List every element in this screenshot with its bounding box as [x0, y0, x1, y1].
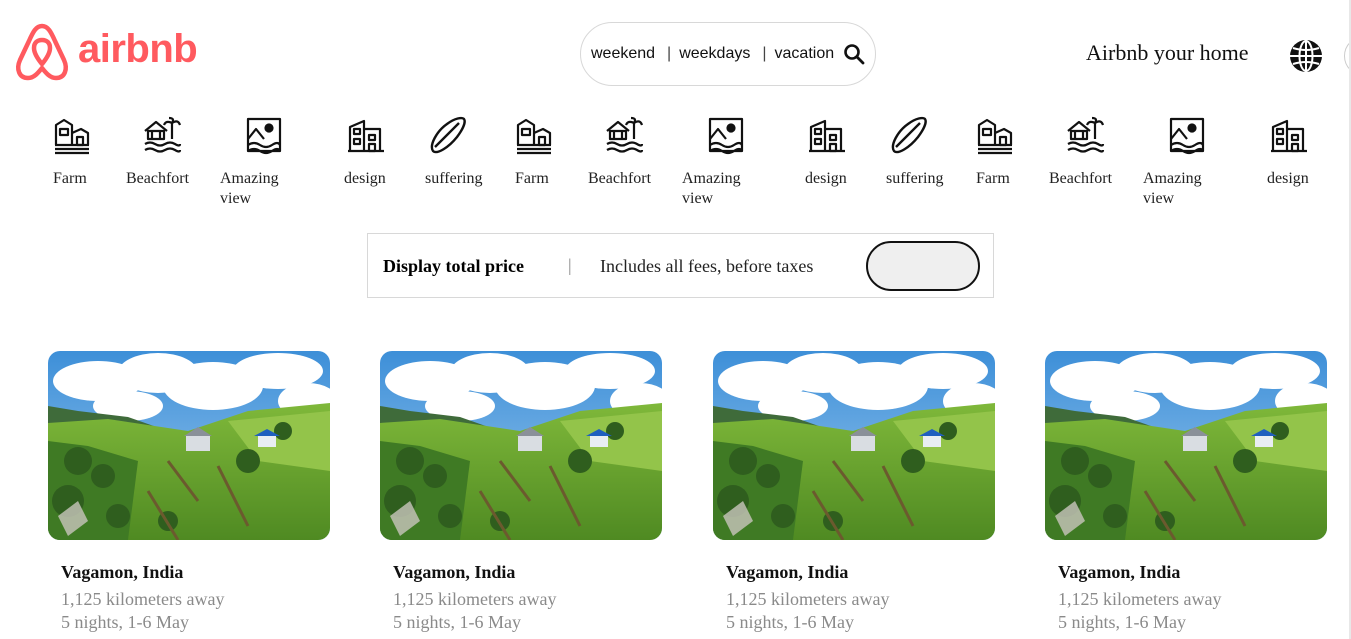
listing-distance: 1,125 kilometers away: [726, 589, 890, 609]
category-label: Beachfort: [588, 170, 652, 187]
design-icon: [1269, 115, 1309, 155]
category-label: Farm: [515, 170, 549, 187]
listing-photo[interactable]: [1045, 351, 1327, 540]
listing-photo[interactable]: [48, 351, 330, 540]
category-label: design: [344, 170, 386, 187]
brand-name: airbnb: [78, 27, 198, 71]
category-label: suffering: [425, 170, 483, 187]
amazing-view-icon: [706, 115, 746, 155]
surfboard-icon: [888, 115, 928, 155]
price-toggle-switch[interactable]: [866, 241, 980, 291]
listing-title[interactable]: Vagamon, India: [393, 562, 662, 582]
amazing-view-icon: [244, 115, 284, 155]
category-item[interactable]: Amazing view: [1143, 115, 1213, 209]
listing-dates: 5 nights, 1-6 May: [726, 612, 854, 632]
price-toggle-separator: |: [568, 255, 572, 275]
listing-photo-frame[interactable]: [713, 351, 995, 540]
category-label: design: [1267, 170, 1309, 187]
listing-dates: 5 nights, 1-6 May: [1058, 612, 1186, 632]
beachfort-icon: [1065, 115, 1105, 155]
category-item[interactable]: design: [344, 115, 414, 189]
listing-photo-frame[interactable]: [48, 351, 330, 540]
category-item[interactable]: Beachfort: [126, 115, 196, 189]
beachfort-icon: [604, 115, 644, 155]
farm-icon: [51, 115, 91, 155]
search-icon[interactable]: [843, 43, 865, 65]
category-label: Beachfort: [126, 170, 190, 187]
category-item[interactable]: Beachfort: [588, 115, 658, 189]
category-item[interactable]: Farm: [53, 115, 123, 189]
host-link[interactable]: Airbnb your home: [1086, 40, 1249, 66]
category-label: suffering: [886, 170, 944, 187]
category-item[interactable]: Farm: [976, 115, 1046, 189]
category-item[interactable]: design: [805, 115, 875, 189]
search-separator: |: [667, 45, 672, 62]
category-label: Beachfort: [1049, 170, 1113, 187]
globe-icon[interactable]: [1289, 39, 1323, 73]
listing-photo[interactable]: [380, 351, 662, 540]
airbnb-logo[interactable]: airbnb: [14, 22, 198, 82]
beachfort-icon: [142, 115, 182, 155]
search-segment-weekend[interactable]: weekend: [591, 45, 655, 63]
listing-card[interactable]: Vagamon, India 1,125 kilometers away 5 n…: [48, 351, 330, 634]
category-label: Amazing view: [220, 170, 279, 207]
farm-icon: [974, 115, 1014, 155]
surfboard-icon: [427, 115, 467, 155]
category-item[interactable]: Beachfort: [1049, 115, 1119, 189]
listing-distance: 1,125 kilometers away: [61, 589, 225, 609]
listing-distance: 1,125 kilometers away: [1058, 589, 1222, 609]
category-label: Amazing view: [1143, 170, 1202, 207]
design-icon: [346, 115, 386, 155]
price-toggle-title: Display total price: [383, 256, 524, 276]
listing-distance: 1,125 kilometers away: [393, 589, 557, 609]
listing-title[interactable]: Vagamon, India: [61, 562, 330, 582]
farm-icon: [513, 115, 553, 155]
category-label: Farm: [53, 170, 87, 187]
category-label: Amazing view: [682, 170, 741, 207]
amazing-view-icon: [1167, 115, 1207, 155]
price-toggle-subtitle: Includes all fees, before taxes: [600, 256, 814, 276]
search-segment-weekdays[interactable]: weekdays: [679, 45, 750, 63]
listing-photo[interactable]: [713, 351, 995, 540]
search-bar[interactable]: weekend | weekdays | vacation: [580, 22, 876, 86]
listing-card[interactable]: Vagamon, India 1,125 kilometers away 5 n…: [380, 351, 662, 634]
listing-dates: 5 nights, 1-6 May: [61, 612, 189, 632]
design-icon: [807, 115, 847, 155]
category-label: Farm: [976, 170, 1010, 187]
category-item[interactable]: Farm: [515, 115, 585, 189]
listing-title[interactable]: Vagamon, India: [1058, 562, 1327, 582]
airbnb-logo-icon: [16, 23, 68, 81]
category-item[interactable]: Amazing view: [220, 115, 290, 209]
listing-title[interactable]: Vagamon, India: [726, 562, 995, 582]
listing-card[interactable]: Vagamon, India 1,125 kilometers away 5 n…: [1045, 351, 1327, 634]
listing-photo-frame[interactable]: [380, 351, 662, 540]
search-segment-vacation[interactable]: vacation: [775, 45, 835, 63]
category-item[interactable]: suffering: [425, 115, 495, 189]
search-separator: |: [762, 45, 767, 62]
listing-dates: 5 nights, 1-6 May: [393, 612, 521, 632]
listing-card[interactable]: Vagamon, India 1,125 kilometers away 5 n…: [713, 351, 995, 634]
category-label: design: [805, 170, 847, 187]
listing-photo-frame[interactable]: [1045, 351, 1327, 540]
category-item[interactable]: design: [1267, 115, 1337, 189]
price-toggle-panel: Display total price | Includes all fees,…: [367, 233, 994, 298]
category-item[interactable]: Amazing view: [682, 115, 752, 209]
category-item[interactable]: suffering: [886, 115, 956, 189]
